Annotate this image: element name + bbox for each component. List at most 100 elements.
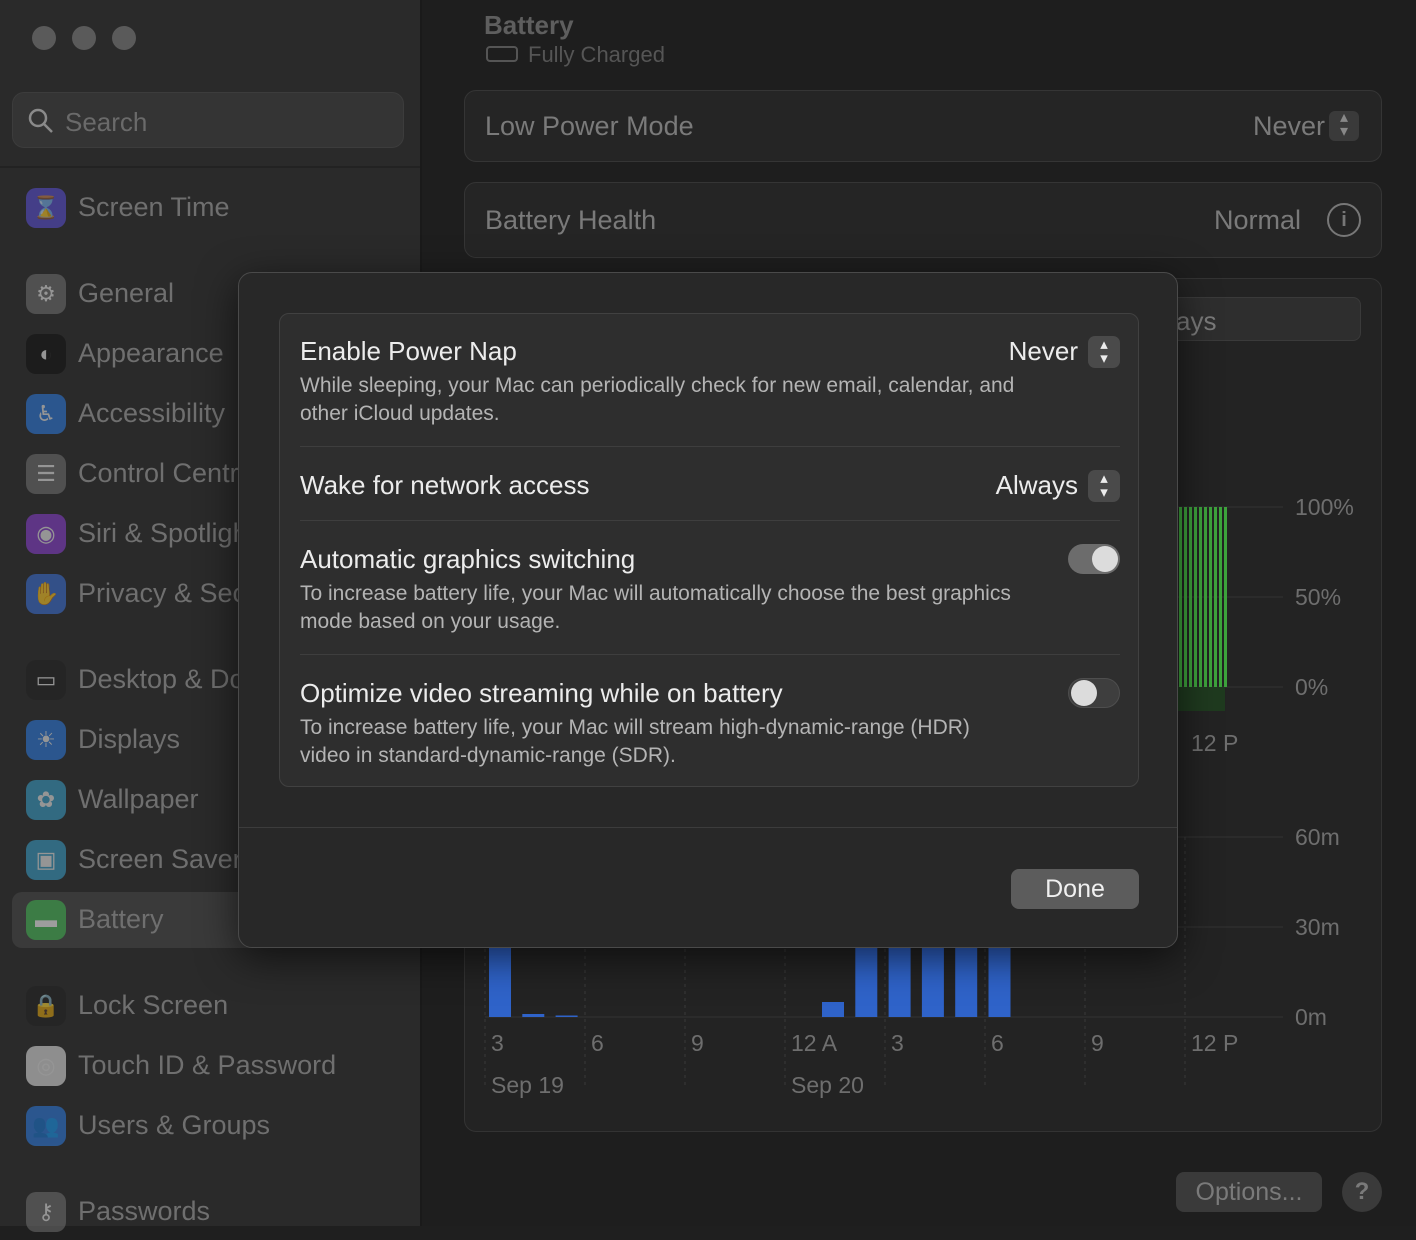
gear-icon: ⚙ [26,274,66,314]
usage-tick-label: 0m [1295,1004,1327,1030]
window-controls [32,26,136,50]
battery-icon: ▬ [26,900,66,940]
sidebar-item-label: Control Centre [78,458,254,488]
usage-bar [522,1014,545,1017]
accessibility-icon: ♿ [26,394,66,434]
search-placeholder: Search [65,107,148,137]
low-power-mode-label: Low Power Mode [485,111,694,141]
graphics-switching-toggle[interactable] [1068,544,1120,574]
sidebar-item-lock-screen[interactable]: 🔒 Lock Screen [12,978,412,1034]
sidebar-item-label: Touch ID & Password [78,1050,337,1080]
zoom-button[interactable] [112,26,136,50]
sidebar-item-label: Users & Groups [78,1110,271,1140]
battery-status: Fully Charged [528,42,665,67]
control-centre-icon: ☰ [26,454,66,494]
level-bar [1224,507,1227,687]
level-bar [1194,507,1197,687]
sidebar-item-passwords[interactable]: ⚷ Passwords [12,1184,412,1240]
wake-network-stepper[interactable]: ▴ ▾ [1088,470,1120,502]
battery-status-icon [486,46,518,62]
wake-network-title: Wake for network access [300,470,590,500]
sidebar-item-touch-id-password[interactable]: ◎ Touch ID & Password [12,1038,412,1094]
help-button[interactable]: ? [1342,1172,1382,1212]
toggle-knob [1092,546,1118,572]
options-button[interactable]: Options... [1176,1172,1322,1212]
screensaver-icon: ▣ [26,840,66,880]
x-tick-label: 6 [991,1030,1004,1056]
charging-band [1175,687,1225,711]
settings-window: Search ⌛ Screen Time ⚙ General ◐ Appearance ♿ A… [0,0,1416,1232]
sidebar-item-label: Screen Time [78,192,230,222]
x-tick-label: 3 [891,1030,904,1056]
search-icon [28,108,53,133]
x-tick-label: 9 [691,1030,704,1056]
level-bar [1219,507,1222,687]
x-tick-label: 12 P [1191,1030,1238,1056]
power-nap-stepper[interactable]: ▴ ▾ [1088,336,1120,368]
graphics-switching-row: Automatic graphics switching To increase… [300,544,1120,654]
search-field[interactable]: Search [12,92,404,148]
power-nap-row: Enable Power Nap While sleeping, your Ma… [300,336,1120,446]
sidebar-item-label: Passwords [78,1196,211,1226]
hourglass-icon: ⌛ [26,188,66,228]
sidebar-item-label: Battery [78,904,164,934]
level-bar [1199,507,1202,687]
row-divider [300,446,1120,447]
x-tick-label: 12 P [1191,730,1238,756]
wake-network-value[interactable]: Always [996,470,1078,501]
power-nap-title: Enable Power Nap [300,336,517,366]
level-tick-label: 0% [1295,674,1328,700]
x-tick-label: 9 [1091,1030,1104,1056]
graphics-switching-description: To increase battery life, your Mac will … [300,582,1011,633]
level-bar [1184,507,1187,687]
video-streaming-toggle[interactable] [1068,678,1120,708]
done-button[interactable]: Done [1011,869,1139,909]
video-streaming-row: Optimize video streaming while on batter… [300,678,1120,788]
x-tick-label: 3 [491,1030,504,1056]
battery-health-row: Battery Health Normal i [464,182,1382,258]
options-group: Enable Power Nap While sleeping, your Ma… [279,313,1139,787]
graphics-switching-title: Automatic graphics switching [300,544,636,574]
sheet-divider [239,827,1177,828]
sidebar-item-label: General [78,278,175,308]
sidebar-item-screen-time[interactable]: ⌛ Screen Time [12,180,412,236]
level-bar [1204,507,1207,687]
minimize-button[interactable] [72,26,96,50]
info-icon[interactable]: i [1327,203,1361,237]
options-sheet: Enable Power Nap While sleeping, your Ma… [238,272,1178,948]
video-streaming-title: Optimize video streaming while on batter… [300,678,783,708]
x-tick-label: 12 A [791,1030,838,1056]
row-divider [300,520,1120,521]
level-bar [1189,507,1192,687]
users-icon: 👥 [26,1106,66,1146]
usage-bar [822,1002,844,1017]
level-bar [1214,507,1217,687]
siri-icon: ◉ [26,514,66,554]
power-nap-value[interactable]: Never [1009,336,1078,367]
dock-icon: ▭ [26,660,66,700]
level-bar [1179,507,1182,687]
power-nap-description: While sleeping, your Mac can periodicall… [300,374,1015,425]
flower-icon: ✿ [26,780,66,820]
sidebar-item-label: Displays [78,724,181,754]
appearance-icon: ◐ [26,334,66,374]
usage-tick-label: 60m [1295,824,1340,850]
sidebar-item-label: Screen Saver [78,844,242,874]
close-button[interactable] [32,26,56,50]
battery-health-value: Normal [1213,205,1301,235]
sidebar-divider [0,166,420,168]
sidebar-item-label: Appearance [78,338,224,368]
date-label: Sep 19 [491,1072,564,1098]
low-power-mode-value[interactable]: Never [1253,111,1325,142]
fingerprint-icon: ◎ [26,1046,66,1086]
sun-icon: ☀ [26,720,66,760]
key-icon: ⚷ [26,1192,66,1232]
usage-tick-label: 30m [1295,914,1340,940]
sidebar-item-users-groups[interactable]: 👥 Users & Groups [12,1098,412,1154]
sidebar-item-label: Lock Screen [78,990,229,1020]
toggle-knob [1071,680,1097,706]
sidebar-item-label: Siri & Spotlight [78,518,256,548]
low-power-mode-stepper[interactable]: ▴ ▾ [1329,110,1359,141]
battery-health-label: Battery Health [485,205,657,235]
lock-icon: 🔒 [26,986,66,1026]
